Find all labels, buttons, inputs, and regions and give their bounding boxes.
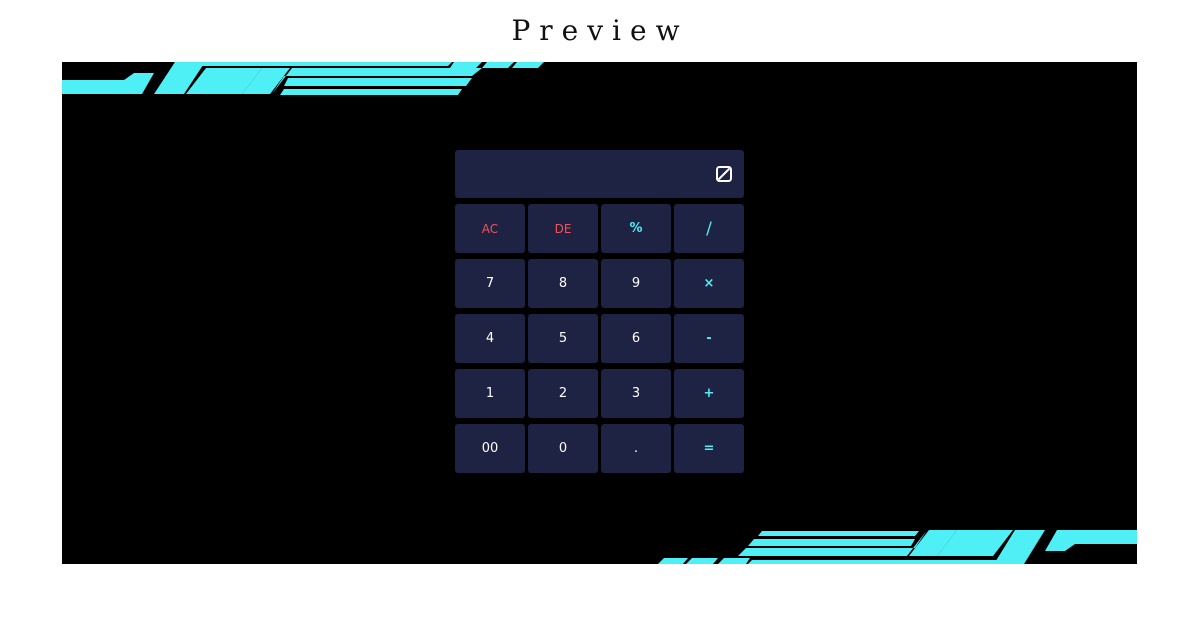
bottom-right-stripe-decoration	[658, 530, 1137, 564]
key-9[interactable]: 9	[601, 259, 671, 308]
key-1[interactable]: 1	[455, 369, 525, 418]
key-4[interactable]: 4	[455, 314, 525, 363]
key-equals[interactable]: =	[674, 424, 744, 473]
key-5[interactable]: 5	[528, 314, 598, 363]
slash-square-icon[interactable]	[715, 165, 733, 183]
key-divide[interactable]: /	[674, 204, 744, 253]
key-0[interactable]: 0	[528, 424, 598, 473]
keypad: AC DE%/ 7 8 9 × 4 5 6- 1 2 3 +00 0. =	[455, 204, 744, 473]
calculator-display	[455, 150, 744, 198]
calculator: AC DE%/ 7 8 9 × 4 5 6- 1 2 3 +00 0. =	[455, 150, 744, 473]
key-2[interactable]: 2	[528, 369, 598, 418]
key-percent[interactable]: %	[601, 204, 671, 253]
key-add[interactable]: +	[674, 369, 744, 418]
key-subtract[interactable]: -	[674, 314, 744, 363]
key-3[interactable]: 3	[601, 369, 671, 418]
key-delete[interactable]: DE	[528, 204, 598, 253]
key-decimal[interactable]: .	[601, 424, 671, 473]
top-left-stripe-decoration	[62, 62, 544, 95]
key-double-zero[interactable]: 00	[455, 424, 525, 473]
key-6[interactable]: 6	[601, 314, 671, 363]
key-all-clear[interactable]: AC	[455, 204, 525, 253]
preview-stage: AC DE%/ 7 8 9 × 4 5 6- 1 2 3 +00 0. =	[62, 62, 1137, 564]
page-title: Preview	[511, 14, 689, 47]
key-multiply[interactable]: ×	[674, 259, 744, 308]
key-8[interactable]: 8	[528, 259, 598, 308]
key-7[interactable]: 7	[455, 259, 525, 308]
